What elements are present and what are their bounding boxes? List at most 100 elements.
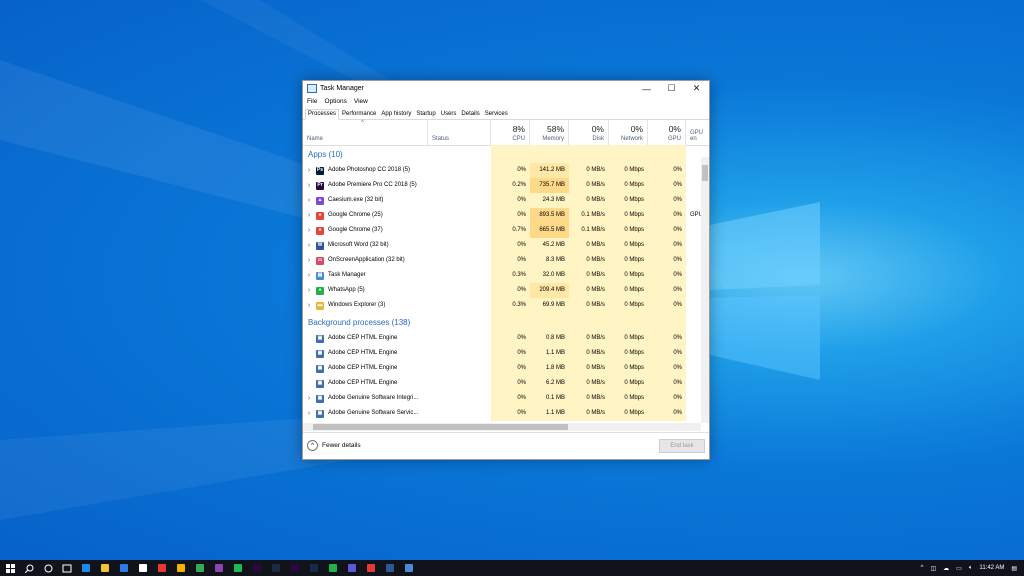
column-gpu[interactable]: 0% GPU: [648, 120, 686, 145]
section-column-fill: [530, 145, 569, 163]
cortana-button[interactable]: [40, 560, 56, 576]
pinned-app-14[interactable]: [344, 560, 360, 576]
section-column-fill: [609, 313, 648, 331]
column-network[interactable]: 0% Network: [609, 120, 648, 145]
pinned-app-8[interactable]: [230, 560, 246, 576]
cpu-cell: 0%: [491, 163, 530, 178]
memory-total: 58%: [546, 124, 564, 134]
cpu-cell: 0%: [491, 361, 530, 376]
search-button[interactable]: [21, 560, 37, 576]
horizontal-scroll-thumb[interactable]: [313, 424, 568, 430]
pinned-app-7[interactable]: [211, 560, 227, 576]
column-memory[interactable]: 58% Memory: [530, 120, 569, 145]
app-row[interactable]: › ▲ Caesium.exe (32 bit) 0% 24.3 MB 0 MB/s 0 M…: [303, 193, 701, 208]
end-task-button[interactable]: End task: [659, 439, 705, 453]
pinned-app-9[interactable]: [249, 560, 265, 576]
horizontal-scrollbar[interactable]: [303, 423, 701, 431]
chevron-right-icon[interactable]: ›: [305, 406, 313, 421]
clock[interactable]: 11:42 AM: [979, 565, 1004, 571]
app-icon: [348, 564, 356, 572]
pinned-app-17[interactable]: [401, 560, 417, 576]
chevron-right-icon[interactable]: ›: [305, 163, 313, 178]
background-process-row[interactable]: › ▣ Adobe Genuine Software Integri... 0% 0.1…: [303, 391, 701, 406]
pinned-app-2[interactable]: [116, 560, 132, 576]
menu-view[interactable]: View: [354, 98, 368, 105]
pinned-app-3[interactable]: [135, 560, 151, 576]
column-cpu[interactable]: 8% CPU: [491, 120, 530, 145]
background-process-row[interactable]: ▣ Adobe CEP HTML Engine 0% 6.2 MB 0 MB/s 0 Mb…: [303, 376, 701, 391]
pinned-app-13[interactable]: [325, 560, 341, 576]
tab-processes[interactable]: Processes: [305, 109, 340, 120]
chevron-right-icon[interactable]: ›: [305, 268, 313, 283]
background-process-row[interactable]: ▣ Adobe CEP HTML Engine 0% 1.8 MB 0 MB/s 0 Mb…: [303, 361, 701, 376]
volume-icon[interactable]: 🔈︎: [969, 565, 973, 572]
vertical-scrollbar[interactable]: [701, 157, 709, 423]
pinned-app-15[interactable]: [363, 560, 379, 576]
tab-app-history[interactable]: App history: [379, 110, 413, 119]
chevron-right-icon[interactable]: ›: [305, 193, 313, 208]
column-name[interactable]: ^ Name: [303, 120, 428, 145]
pinned-app-10[interactable]: [268, 560, 284, 576]
onedrive-icon[interactable]: ☁: [943, 565, 949, 572]
app-row[interactable]: › Ps Adobe Photoshop CC 2018 (5) 0% 141.2 MB…: [303, 163, 701, 178]
pinned-app-11[interactable]: [287, 560, 303, 576]
tab-details[interactable]: Details: [459, 110, 481, 119]
column-gpu-engine[interactable]: GPU en: [686, 120, 709, 145]
app-icon: ●: [316, 286, 324, 295]
chevron-right-icon[interactable]: ›: [305, 298, 313, 313]
gpu-engine-cell: [686, 193, 701, 208]
task-view-button[interactable]: [59, 560, 75, 576]
pinned-app-12[interactable]: [306, 560, 322, 576]
vertical-scroll-thumb[interactable]: [702, 165, 708, 181]
app-row[interactable]: › Pr Adobe Premiere Pro CC 2018 (5) 0.2% 735…: [303, 178, 701, 193]
pinned-app-1[interactable]: [97, 560, 113, 576]
app-row[interactable]: › ● Google Chrome (37) 0.7% 665.5 MB 0.1 MB/s…: [303, 223, 701, 238]
start-button[interactable]: [2, 560, 18, 576]
chevron-right-icon[interactable]: ›: [305, 253, 313, 268]
app-icon: ▣: [316, 334, 324, 343]
pinned-app-0[interactable]: [78, 560, 94, 576]
background-process-row[interactable]: ▣ Adobe CEP HTML Engine 0% 0.8 MB 0 MB/s 0 Mb…: [303, 331, 701, 346]
chevron-right-icon[interactable]: ›: [305, 238, 313, 253]
menu-options[interactable]: Options: [324, 98, 346, 105]
app-row[interactable]: › ▬ Windows Explorer (3) 0.3% 69.9 MB 0 MB/s 0…: [303, 298, 701, 313]
tab-performance[interactable]: Performance: [340, 110, 378, 119]
battery-icon[interactable]: ▭: [956, 565, 962, 572]
app-row[interactable]: › ● Google Chrome (25) 0% 893.5 MB 0.1 MB/s 0 …: [303, 208, 701, 223]
pinned-app-6[interactable]: [192, 560, 208, 576]
network-icon[interactable]: ◫: [930, 565, 936, 572]
app-row[interactable]: › ● WhatsApp (5) 0% 209.4 MB 0 MB/s 0 Mbps 0%: [303, 283, 701, 298]
tray-chevron-icon[interactable]: ^: [921, 565, 924, 571]
title-bar[interactable]: Task Manager — ☐ ✕: [303, 81, 709, 96]
pinned-app-5[interactable]: [173, 560, 189, 576]
column-disk[interactable]: 0% Disk: [569, 120, 609, 145]
minimize-button[interactable]: —: [634, 81, 659, 96]
app-icon: ▤: [316, 271, 324, 280]
pinned-app-4[interactable]: [154, 560, 170, 576]
background-process-row[interactable]: › ▣ Adobe Genuine Software Servic... 0% 1.1 …: [303, 406, 701, 421]
disk-cell: 0 MB/s: [569, 331, 609, 346]
gpu-cell: 0%: [648, 178, 686, 193]
tab-startup[interactable]: Startup: [414, 110, 437, 119]
close-button[interactable]: ✕: [684, 81, 709, 96]
disk-cell: 0 MB/s: [569, 406, 609, 421]
tab-services[interactable]: Services: [483, 110, 510, 119]
cpu-cell: 0%: [491, 346, 530, 361]
chevron-right-icon[interactable]: ›: [305, 283, 313, 298]
chevron-right-icon[interactable]: ›: [305, 208, 313, 223]
tab-users[interactable]: Users: [439, 110, 459, 119]
background-process-row[interactable]: ▣ Adobe CEP HTML Engine 0% 1.1 MB 0 MB/s 0 Mb…: [303, 346, 701, 361]
chevron-right-icon[interactable]: ›: [305, 178, 313, 193]
column-status[interactable]: Status: [428, 120, 491, 145]
app-icon: ▣: [316, 394, 324, 403]
notification-icon[interactable]: ▤: [1011, 565, 1017, 572]
pinned-app-16[interactable]: [382, 560, 398, 576]
chevron-right-icon[interactable]: ›: [305, 223, 313, 238]
app-row[interactable]: › W Microsoft Word (32 bit) 0% 45.2 MB 0 MB/s…: [303, 238, 701, 253]
app-row[interactable]: › ▤ Task Manager 0.3% 32.0 MB 0 MB/s 0 Mbps 0%: [303, 268, 701, 283]
chevron-right-icon[interactable]: ›: [305, 391, 313, 406]
app-row[interactable]: › ▭ OnScreenApplication (32 bit) 0% 8.3 MB 0 …: [303, 253, 701, 268]
fewer-details-button[interactable]: ^ Fewer details: [307, 440, 361, 451]
maximize-button[interactable]: ☐: [659, 81, 684, 96]
menu-file[interactable]: File: [307, 98, 317, 105]
